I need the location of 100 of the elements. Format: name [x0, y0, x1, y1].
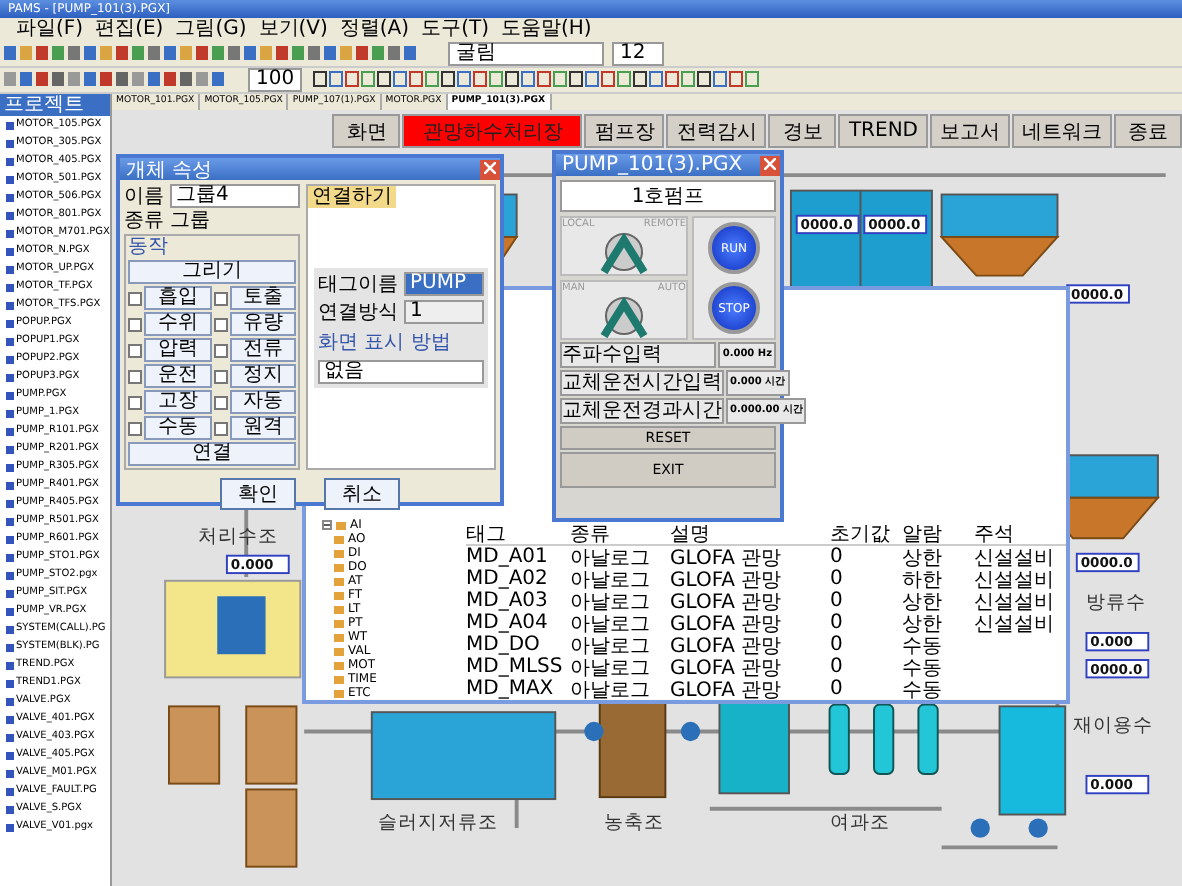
checkbox[interactable] [128, 369, 142, 383]
table-cell-text: GLOFA 관망 [670, 611, 784, 637]
checkbox[interactable] [213, 395, 227, 409]
table-cell-text: MD_MLSS [466, 656, 565, 678]
process-label: 처리수조 [197, 526, 278, 549]
table-cell-text: MD_A03 [466, 590, 550, 612]
dialog-tab[interactable]: 연결하기 [308, 186, 396, 208]
field-label: 이름 [124, 185, 164, 207]
ok-button[interactable]: 확인 [220, 478, 296, 510]
dialog-title: 개체 속성 [126, 157, 213, 183]
process-label: 여과조 [829, 812, 890, 835]
display-dropdown[interactable]: 없음 [318, 360, 484, 384]
process-label: 슬러지저류조 [377, 812, 498, 835]
option-button[interactable]: 유량 [229, 312, 296, 336]
table-cell-text: 아날로그 [570, 611, 652, 637]
column-header[interactable]: 주석 [974, 519, 1066, 547]
column-header[interactable]: 알람 [902, 519, 974, 547]
option-button[interactable]: 고장 [144, 390, 211, 414]
table-cell-text: GLOFA 관망 [670, 545, 784, 571]
pump-icon[interactable] [584, 721, 604, 742]
table-cell-text: MD_DO [466, 634, 542, 656]
table-cell-text: MD_A01 [466, 546, 550, 568]
link-field[interactable]: 1 [404, 300, 484, 324]
nav-button[interactable]: 종료 [1114, 114, 1182, 148]
checkbox[interactable] [128, 343, 142, 357]
table-cell-text: 0 [830, 678, 845, 700]
close-button[interactable] [480, 159, 500, 179]
table-cell-text: 수동 [902, 633, 944, 659]
pump-name: 1호펌프 [560, 180, 776, 212]
pump-icon[interactable] [1028, 818, 1048, 838]
option-button[interactable]: 자동 [229, 390, 296, 414]
checkbox[interactable] [213, 343, 227, 357]
checkbox[interactable] [213, 421, 227, 435]
option-button[interactable]: 수동 [144, 416, 211, 440]
option-button[interactable]: 원격 [229, 416, 296, 440]
equipment-platform-drawing [164, 579, 302, 679]
menu-item[interactable]: 정렬(A) [339, 18, 410, 42]
nav-button[interactable]: 펌프장 [584, 114, 665, 148]
table-cell-text: GLOFA 관망 [670, 633, 784, 659]
option-button[interactable]: 전류 [229, 338, 296, 362]
storage-tank-drawing [245, 788, 298, 868]
field-label: 종류 [124, 210, 164, 232]
process-label: 농축조 [603, 812, 664, 835]
menu-item[interactable]: 보기(V) [258, 18, 328, 42]
column-header[interactable]: 설명 [670, 519, 830, 547]
option-button[interactable]: 수위 [144, 312, 211, 336]
option-button[interactable]: 정지 [229, 364, 296, 388]
process-label: 재이용수 [1072, 715, 1153, 738]
column-header[interactable]: 태그 [466, 519, 570, 547]
pump-icon[interactable] [970, 818, 990, 838]
pump-icon[interactable] [680, 721, 701, 742]
field-label: 태그이름 [318, 273, 398, 295]
option-button[interactable]: 운전 [144, 364, 211, 388]
menu-item[interactable]: 파일(F) [16, 18, 84, 42]
menu-item[interactable]: 그림(G) [175, 18, 247, 42]
table-cell-text: 상한 [902, 611, 944, 637]
cancel-button[interactable]: 취소 [324, 478, 400, 510]
clarifier-tank-drawing [939, 193, 1060, 277]
checkbox[interactable] [213, 317, 227, 331]
nav-button[interactable]: 네트워크 [1012, 114, 1112, 148]
checkbox[interactable] [128, 395, 142, 409]
table-cell-text: GLOFA 관망 [670, 655, 784, 681]
zoom-field[interactable]: 100 [248, 68, 303, 92]
option-button[interactable]: 흡입 [144, 286, 211, 310]
menu-item[interactable]: 도구(T) [421, 18, 489, 42]
close-button[interactable] [760, 155, 780, 175]
process-label: 방류수 [1086, 591, 1147, 614]
table-cell-text: 아날로그 [570, 567, 652, 593]
nav-button[interactable]: TREND [838, 114, 928, 148]
option-button[interactable]: 연결 [128, 442, 296, 466]
table-cell-text: MD_MAX [466, 678, 556, 700]
nav-button[interactable]: 경보 [768, 114, 837, 148]
option-button[interactable]: 압력 [144, 338, 211, 362]
table-cell-text: 수동 [902, 677, 944, 703]
menu-item[interactable]: 도움말(H) [500, 18, 592, 42]
field-label: 교체운전경과시간 [560, 398, 724, 424]
checkbox[interactable] [128, 421, 142, 435]
column-header[interactable]: 초기값 [830, 519, 902, 547]
table-cell-text: 0 [830, 612, 845, 634]
name-field[interactable]: 그룹4 [170, 184, 300, 208]
checkbox[interactable] [128, 291, 142, 305]
font-size-field[interactable]: 12 [612, 42, 664, 66]
nav-button[interactable]: 보고서 [930, 114, 1010, 148]
column-header[interactable]: 종류 [570, 519, 670, 547]
field-label: 화면 표시 방법 [318, 330, 453, 356]
table-cell-text: 0 [830, 546, 845, 568]
checkbox[interactable] [213, 369, 227, 383]
option-button[interactable]: 토출 [229, 286, 296, 310]
tag-field[interactable]: PUMP [404, 272, 484, 296]
menu-item[interactable]: 편집(E) [95, 18, 164, 42]
nav-button[interactable]: 화면 [332, 114, 401, 148]
storage-tank-drawing [168, 705, 221, 785]
checkbox[interactable] [213, 291, 227, 305]
table-cell-text: 아날로그 [570, 589, 652, 615]
collapse-icon[interactable] [322, 520, 332, 530]
nav-button[interactable]: 전력감시 [666, 114, 767, 148]
nav-button[interactable]: 관망하수처리장 [402, 114, 583, 148]
checkbox[interactable] [128, 317, 142, 331]
option-button[interactable]: 그리기 [128, 260, 296, 284]
font-field[interactable]: 굴림 [448, 42, 604, 66]
